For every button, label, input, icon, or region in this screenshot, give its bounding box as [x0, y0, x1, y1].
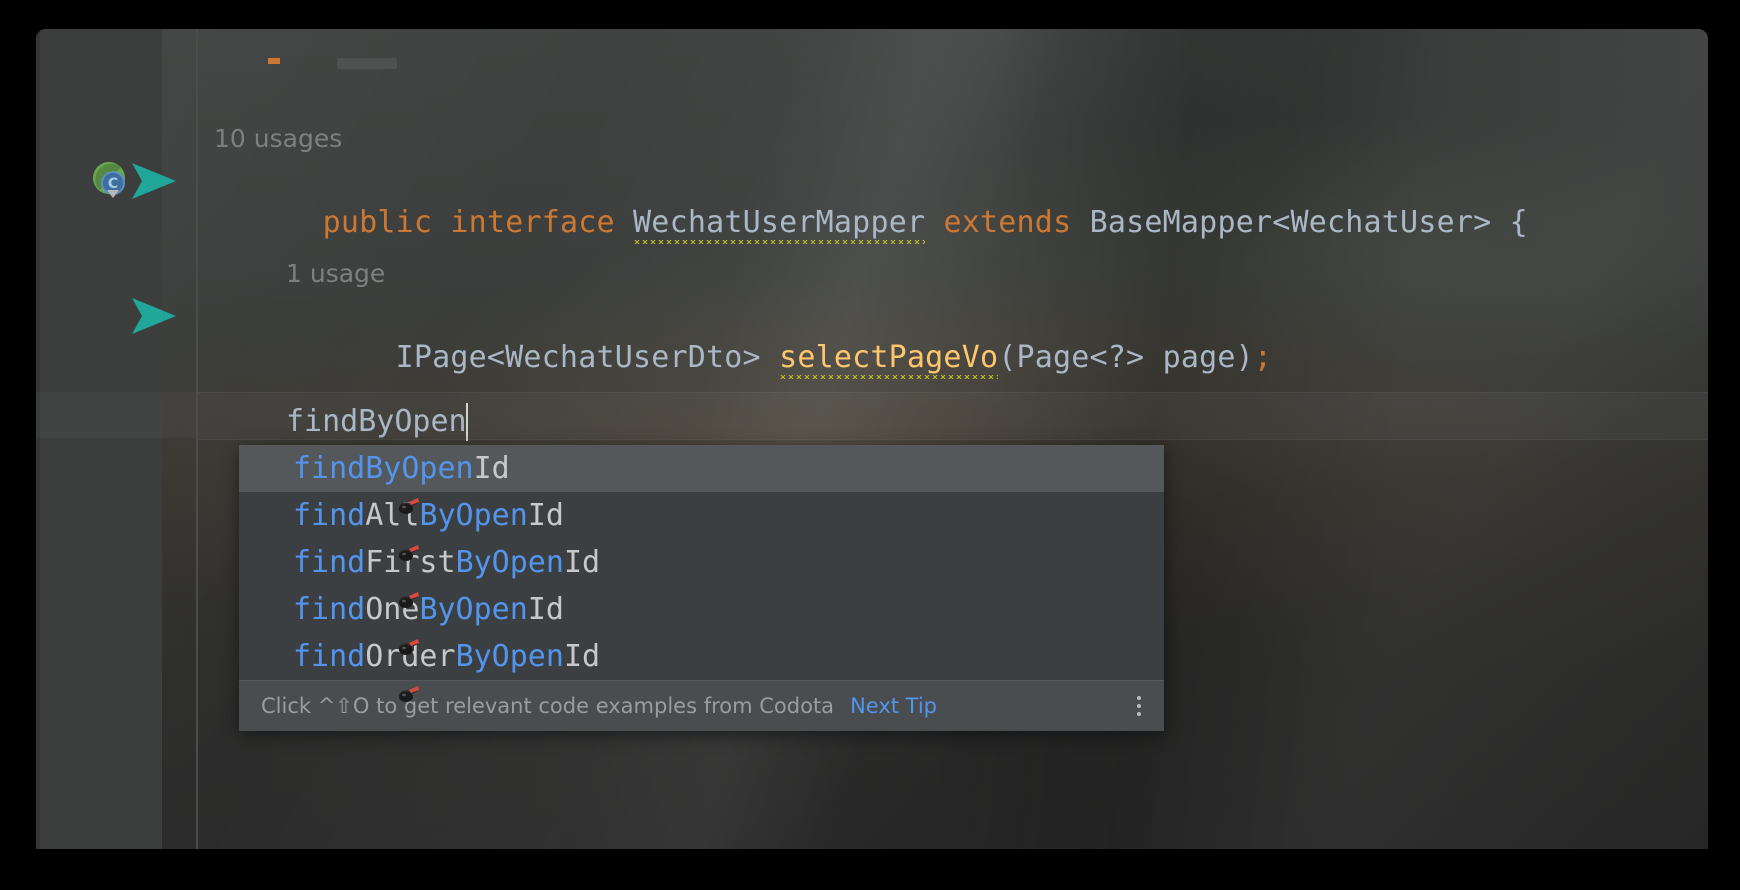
token-interface: interface — [450, 205, 614, 240]
code-completion-popup[interactable]: findByOpenId findAllByOpenId — [239, 445, 1164, 731]
java-method-icon — [251, 503, 277, 529]
java-method-icon — [251, 597, 277, 623]
token-type-name[interactable]: WechatUserMapper — [633, 205, 925, 244]
token-extends: extends — [944, 205, 1072, 240]
completion-item-text: findByOpenId — [293, 451, 510, 486]
usage-inlay-hint[interactable]: 1 usage — [286, 259, 385, 288]
token-semicolon: ; — [1254, 340, 1272, 375]
completion-match-4-2: ByOpen — [456, 639, 564, 674]
token-space-2 — [615, 205, 633, 240]
completion-rest-4-3: Id — [564, 639, 600, 674]
run-arrow-icon[interactable] — [126, 288, 182, 344]
token-return-type: IPage<WechatUserDto> — [396, 340, 780, 375]
completion-rest-2-3: Id — [564, 545, 600, 580]
typed-identifier-text: findByOpen — [286, 404, 467, 439]
token-supertype: BaseMapper<WechatUser> { — [1090, 205, 1528, 240]
vertical-dots-icon[interactable] — [1128, 691, 1150, 721]
gutter-caret-line-highlight — [36, 392, 198, 438]
completion-match-2-2: ByOpen — [456, 545, 564, 580]
completion-rest-0-1: Id — [474, 451, 510, 486]
token-method-name[interactable]: selectPageVo — [779, 340, 998, 379]
usages-inlay-hint[interactable]: 10 usages — [214, 124, 342, 153]
java-method-icon — [251, 456, 277, 482]
completion-match-1-2: ByOpen — [419, 498, 527, 533]
token-space-4 — [1071, 205, 1089, 240]
gutter-annotation-strip — [36, 29, 40, 849]
code-line-interface-declaration: public interface WechatUserMapper extend… — [213, 163, 1528, 283]
token-params: (Page<?> page) — [998, 340, 1254, 375]
java-method-icon — [251, 550, 277, 576]
next-tip-link[interactable]: Next Tip — [850, 694, 937, 718]
completion-rest-1-3: Id — [528, 498, 564, 533]
completion-item[interactable]: findByOpenId — [239, 445, 1164, 492]
svg-text:C: C — [108, 176, 118, 192]
token-space-3 — [925, 205, 943, 240]
completion-match-3-2: ByOpen — [419, 592, 527, 627]
text-caret — [466, 403, 468, 441]
completion-match-0-0: findByOpen — [293, 451, 474, 486]
editor-gutter: C — [36, 29, 162, 849]
token-space-1 — [432, 205, 450, 240]
java-method-icon — [251, 644, 277, 670]
completion-rest-3-3: Id — [528, 592, 564, 627]
ide-editor-window: C 10 usages public interface WechatUserM… — [36, 29, 1708, 849]
code-line-method-declaration: IPage<WechatUserDto> selectPageVo(Page<?… — [286, 298, 1272, 418]
run-arrow-icon[interactable] — [126, 153, 182, 209]
token-public: public — [323, 205, 433, 240]
